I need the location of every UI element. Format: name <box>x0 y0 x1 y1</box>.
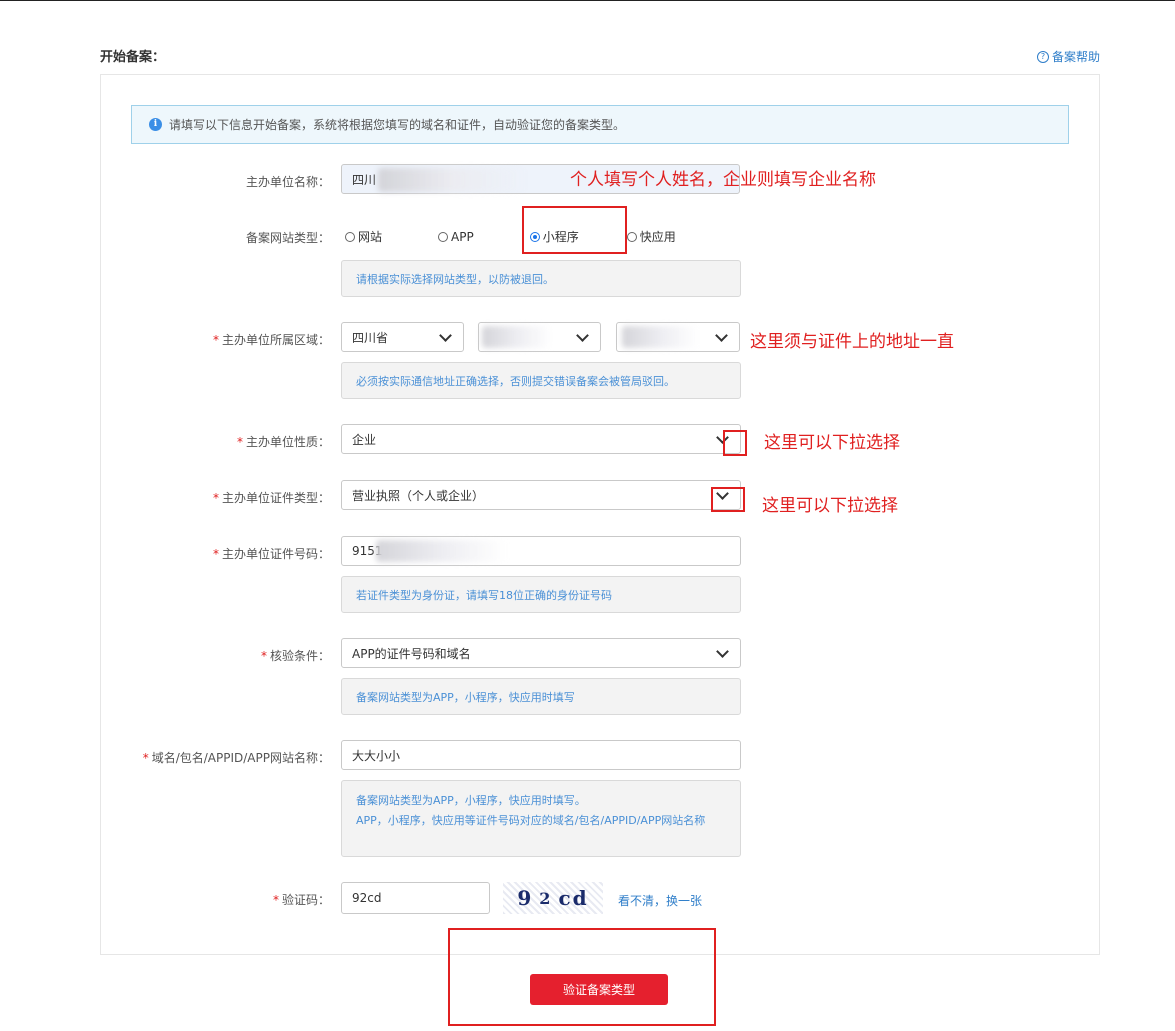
highlight-box-dropdown <box>723 430 747 456</box>
chevron-down-icon <box>576 328 589 342</box>
cert-type-select[interactable]: 营业执照（个人或企业） <box>341 480 741 510</box>
highlight-box-dropdown <box>711 487 745 512</box>
top-border <box>0 0 1175 1</box>
radio-circle <box>345 231 355 242</box>
captcha-image[interactable]: 9 2 cd <box>503 882 603 914</box>
site-type-label: 备案网站类型： <box>245 231 330 245</box>
captcha-refresh-link[interactable]: 看不清，换一张 <box>618 892 702 909</box>
org-nature-select[interactable]: 企业 <box>341 424 741 454</box>
radio-circle <box>626 231 637 242</box>
province-select[interactable]: 四川省 <box>341 322 464 352</box>
org-nature-label: * 主办单位性质： <box>236 435 330 449</box>
radio-quick-app[interactable]: 快应用 <box>626 228 676 245</box>
cert-number-hint: 若证件类型为身份证，请填写18位正确的身份证号码 <box>341 576 741 613</box>
redaction-blur <box>622 326 698 348</box>
domain-hint-line: APP，小程序，快应用等证件号码对应的域名/包名/APPID/APP网站名称 <box>356 814 706 827</box>
info-notice: i 请填写以下信息开始备案，系统将根据您填写的域名和证件，自动验证您的备案类型。 <box>131 105 1069 144</box>
verify-condition-label: * 核验条件： <box>260 649 330 663</box>
cert-type-label: * 主办单位证件类型： <box>212 491 330 505</box>
cert-type-annotation: 这里可以下拉选择 <box>762 496 898 516</box>
domain-label: * 域名/包名/APPID/APP网站名称： <box>142 751 330 765</box>
org-name-label: 主办单位名称： <box>245 175 330 189</box>
radio-app[interactable]: APP <box>438 230 474 244</box>
chevron-down-icon <box>716 644 729 658</box>
redaction-blur <box>482 326 552 348</box>
redaction-blur <box>378 168 528 192</box>
domain-hint-line: 备案网站类型为APP，小程序，快应用时填写。 <box>356 794 586 807</box>
verify-type-button[interactable]: 验证备案类型 <box>530 974 668 1005</box>
info-icon: i <box>149 118 162 131</box>
redaction-blur <box>376 540 506 562</box>
domain-hint: 备案网站类型为APP，小程序，快应用时填写。 APP，小程序，快应用等证件号码对… <box>341 780 741 857</box>
org-name-annotation: 个人填写个人姓名，企业则填写企业名称 <box>570 170 876 190</box>
highlight-box-mini-program <box>522 206 627 254</box>
site-type-hint: 请根据实际选择网站类型，以防被退回。 <box>341 260 741 297</box>
verify-condition-hint: 备案网站类型为APP，小程序，快应用时填写 <box>341 678 741 715</box>
question-circle-icon: ? <box>1037 50 1049 63</box>
help-link[interactable]: ? 备案帮助 <box>1037 48 1100 65</box>
captcha-label: * 验证码： <box>272 893 330 907</box>
notice-text: 请填写以下信息开始备案，系统将根据您填写的域名和证件，自动验证您的备案类型。 <box>169 118 626 132</box>
region-annotation: 这里须与证件上的地址一直 <box>750 332 954 352</box>
org-nature-annotation: 这里可以下拉选择 <box>764 433 900 453</box>
help-link-label: 备案帮助 <box>1052 50 1101 64</box>
captcha-input[interactable]: 92cd <box>341 882 490 914</box>
chevron-down-icon <box>715 328 728 342</box>
radio-circle <box>438 231 449 242</box>
domain-input[interactable]: 大大小小 <box>341 740 741 770</box>
verify-condition-select[interactable]: APP的证件号码和域名 <box>341 638 741 668</box>
cert-number-label: * 主办单位证件号码： <box>212 547 330 561</box>
radio-website[interactable]: 网站 <box>345 228 382 245</box>
region-label: * 主办单位所属区域： <box>212 333 330 347</box>
chevron-down-icon <box>439 328 452 342</box>
region-hint: 必须按实际通信地址正确选择，否则提交错误备案会被管局驳回。 <box>341 362 741 399</box>
section-title: 开始备案： <box>100 50 166 65</box>
